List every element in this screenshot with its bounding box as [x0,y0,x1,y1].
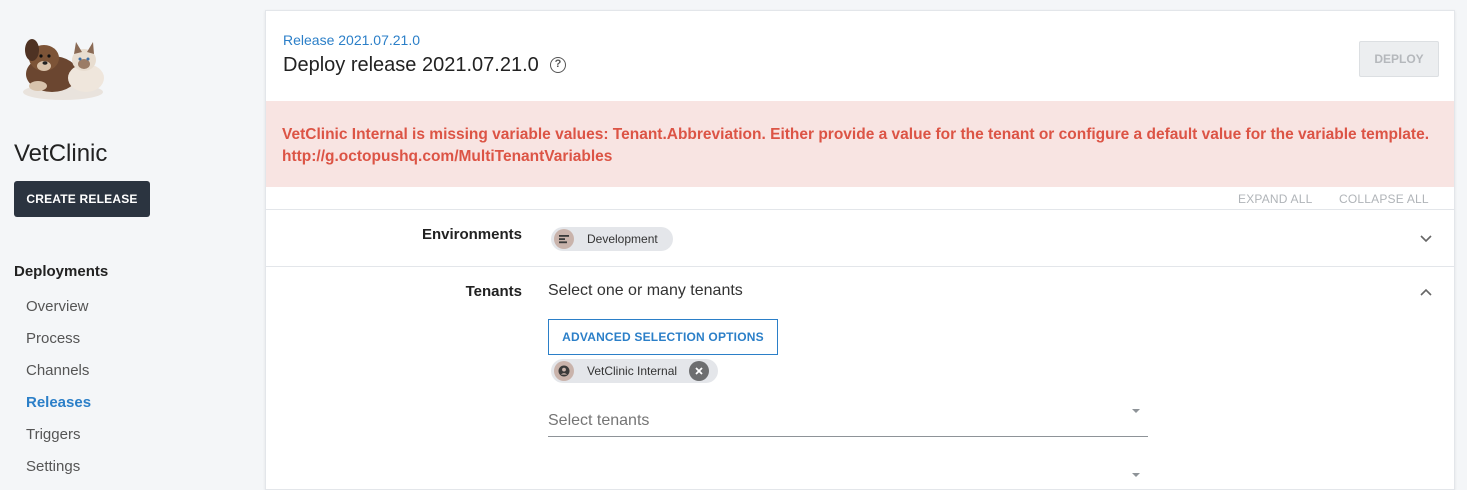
remove-chip-icon[interactable] [689,361,710,381]
collapse-all-button[interactable]: COLLAPSE ALL [1339,192,1429,206]
environment-icon [554,229,574,249]
error-banner: VetClinic Internal is missing variable v… [266,101,1454,187]
nav-item-settings[interactable]: Settings [26,456,91,488]
tenant-chip-label: VetClinic Internal [587,364,678,378]
dropdown-arrow-icon[interactable] [1132,473,1140,477]
page-title: Deploy release 2021.07.21.0 [283,54,539,76]
nav-item-releases[interactable]: Releases [26,392,91,424]
environment-chip-label: Development [587,232,658,246]
deploy-button[interactable]: DEPLOY [1359,41,1439,77]
project-name: VetClinic [14,140,108,167]
section-divider [266,209,1454,210]
environments-label: Environments [421,226,522,243]
section-divider [266,266,1454,267]
select-tenants-input[interactable] [548,412,1108,430]
nav-item-overview[interactable]: Overview [26,296,91,328]
chevron-down-icon[interactable] [1419,231,1433,245]
nav-item-triggers[interactable]: Triggers [26,424,91,456]
nav-item-channels[interactable]: Channels [26,360,91,392]
tenant-chip[interactable]: VetClinic Internal [551,359,718,383]
tenants-label: Tenants [465,283,522,300]
help-icon[interactable]: ? [550,57,566,73]
tenants-hint: Select one or many tenants [548,282,743,299]
deployments-nav: Overview Process Channels Releases Trigg… [26,296,91,488]
deploy-release-panel: Release 2021.07.21.0 Deploy release 2021… [265,10,1455,490]
dropdown-arrow-icon[interactable] [1132,409,1140,413]
error-message: VetClinic Internal is missing variable v… [282,126,1430,165]
nav-item-process[interactable]: Process [26,328,91,360]
project-logo[interactable] [14,28,112,104]
environment-chip[interactable]: Development [551,227,673,251]
nav-heading-deployments: Deployments [14,263,109,280]
sidebar: VetClinic CREATE RELEASE Deployments Ove… [0,0,250,477]
advanced-selection-options-button[interactable]: ADVANCED SELECTION OPTIONS [548,319,778,355]
expand-all-button[interactable]: EXPAND ALL [1238,192,1312,206]
select-tenants-field[interactable] [548,409,1148,437]
breadcrumb-release-link[interactable]: Release 2021.07.21.0 [283,32,420,48]
tenant-icon [554,361,574,381]
chevron-up-icon[interactable] [1419,285,1433,299]
create-release-button[interactable]: CREATE RELEASE [14,181,150,217]
